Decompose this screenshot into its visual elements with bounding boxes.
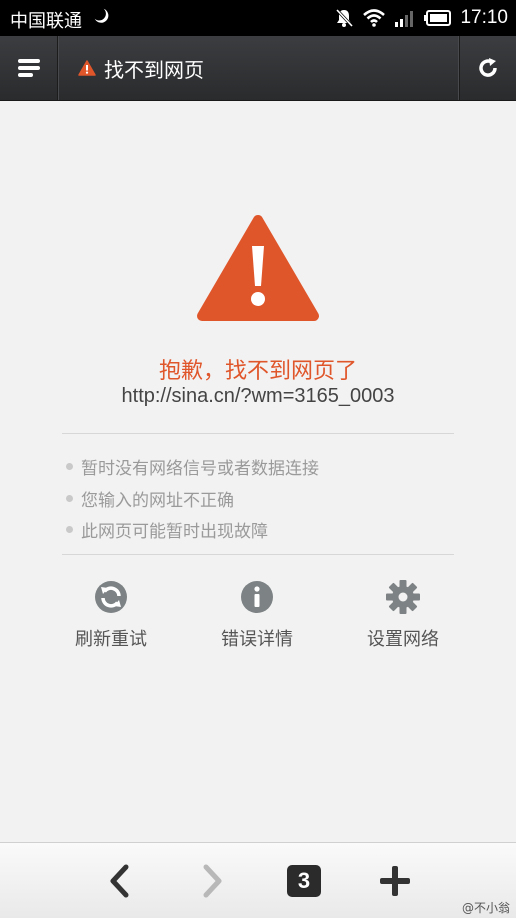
address-bar[interactable]: 找不到网页 — [78, 36, 204, 100]
menu-icon — [17, 59, 40, 77]
network-settings-button[interactable]: 设置网络 — [333, 579, 473, 651]
new-tab-button[interactable] — [375, 861, 415, 901]
signal-icon — [395, 11, 414, 27]
bullet — [66, 526, 73, 534]
list-item: 此网页可能暂时出现故障 — [66, 514, 319, 546]
divider — [62, 554, 454, 555]
refresh-retry-button[interactable]: 刷新重试 — [41, 579, 181, 651]
list-item: 暂时没有网络信号或者数据连接 — [66, 451, 319, 483]
browser-toolbar: 找不到网页 — [0, 36, 516, 101]
bullet — [66, 463, 73, 471]
list-item: 您输入的网址不正确 — [66, 483, 319, 515]
wifi-icon — [363, 9, 386, 27]
status-icons: 17:10 — [334, 5, 508, 31]
error-page: 抱歉，找不到网页了 http://sina.cn/?wm=3165_0003 暂… — [0, 101, 516, 841]
divider — [62, 433, 454, 434]
status-bar: 中国联通 17:10 — [0, 0, 516, 36]
error-details-button[interactable]: 错误详情 — [187, 579, 327, 651]
watermark: @不小翁 — [461, 901, 510, 915]
moon-icon — [94, 8, 109, 23]
page-title: 找不到网页 — [104, 57, 204, 82]
back-arrow-icon — [110, 864, 129, 898]
refresh-icon — [95, 581, 127, 613]
bullet — [66, 494, 73, 502]
action-label: 设置网络 — [367, 629, 439, 650]
clock: 17:10 — [460, 7, 508, 28]
forward-button[interactable] — [193, 861, 233, 901]
tab-count-badge: 3 — [287, 865, 321, 897]
menu-button[interactable] — [0, 36, 58, 100]
info-icon — [241, 581, 273, 613]
reload-button[interactable] — [459, 36, 516, 100]
plus-icon — [380, 866, 410, 896]
action-label: 错误详情 — [221, 629, 293, 650]
action-row: 刷新重试 错误详情 设置网络 — [0, 579, 516, 659]
tabs-button[interactable]: 3 — [284, 861, 324, 901]
carrier-name: 中国联通 — [10, 11, 82, 32]
battery-icon — [424, 10, 452, 26]
bottom-nav-bar: 3 @不小翁 — [0, 842, 516, 918]
forward-arrow-icon — [203, 864, 222, 898]
warning-icon — [78, 60, 96, 76]
gear-icon — [386, 580, 420, 614]
error-url: http://sina.cn/?wm=3165_0003 — [121, 385, 395, 407]
reload-icon — [479, 58, 497, 77]
action-label: 刷新重试 — [75, 629, 147, 650]
mute-icon — [336, 8, 354, 28]
error-heading: 抱歉，找不到网页了 — [158, 359, 357, 384]
error-reasons-list: 暂时没有网络信号或者数据连接 您输入的网址不正确 此网页可能暂时出现故障 — [66, 451, 319, 546]
warning-large-icon — [197, 215, 319, 321]
back-button[interactable] — [99, 861, 139, 901]
